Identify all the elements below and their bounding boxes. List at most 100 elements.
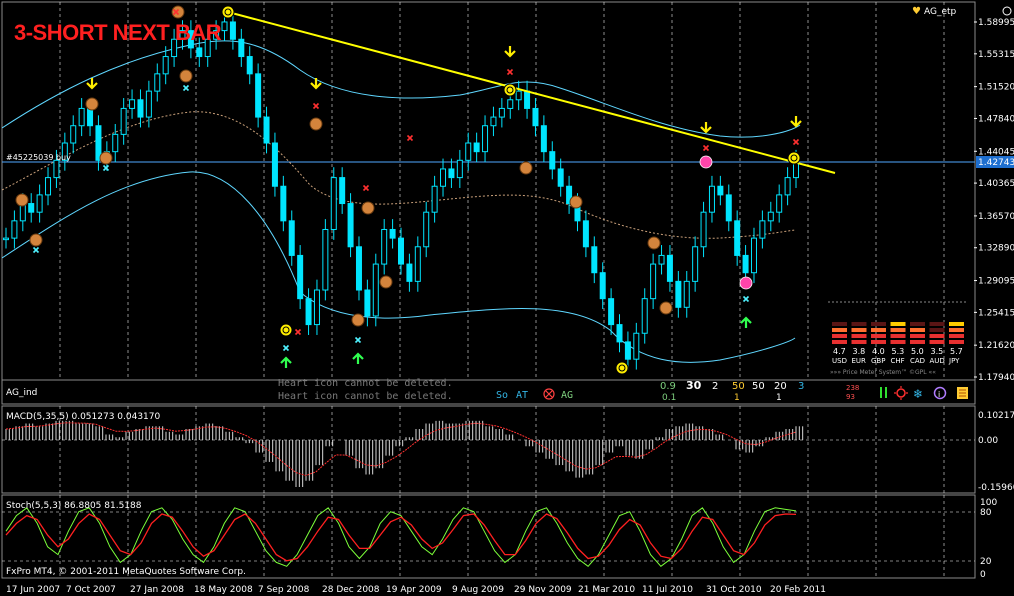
trading-chart[interactable]: 1.58995 1.55315 1.51520 1.47840 1.44045 1.403… — [0, 0, 1014, 596]
meter-bar — [871, 334, 886, 338]
candle-body — [255, 73, 262, 118]
pause-icon[interactable] — [880, 387, 887, 398]
candle-body — [154, 73, 161, 92]
price-tick: 1.47840 — [978, 114, 1014, 124]
so-label[interactable]: So — [496, 390, 508, 401]
orange-signal-dot[interactable] — [379, 275, 393, 289]
sell-cross-icon — [312, 102, 320, 110]
orange-signal-dot[interactable] — [351, 313, 365, 327]
candle-body — [599, 272, 606, 300]
meter-bar — [929, 340, 945, 344]
buy-cross-icon — [742, 295, 750, 303]
candle-body — [750, 237, 757, 274]
macd-tick-top: 0.10217 — [978, 411, 1014, 421]
sun-icon[interactable] — [894, 386, 908, 400]
meter-bar — [871, 322, 886, 326]
meter-bar — [910, 322, 925, 326]
orange-signal-dot[interactable] — [99, 151, 113, 165]
buy-cross-icon — [282, 344, 290, 352]
pink-signal-dot[interactable] — [699, 155, 713, 169]
date-tick: 28 Dec 2008 — [322, 585, 380, 595]
candle-body — [347, 203, 354, 248]
yellow-signal-dot[interactable] — [787, 151, 801, 165]
candle-body — [423, 211, 430, 248]
candle-body — [196, 47, 203, 58]
candle-body — [784, 177, 791, 196]
meter-bar — [910, 340, 925, 344]
ag-label[interactable]: AG — [561, 390, 573, 401]
meter-bar — [851, 340, 867, 344]
meter-bar — [851, 328, 867, 332]
orange-signal-dot[interactable] — [29, 233, 43, 247]
candle-body — [524, 90, 531, 109]
candle-body — [263, 116, 270, 144]
candle-body — [776, 194, 783, 213]
candle-body — [339, 177, 346, 205]
orange-signal-dot[interactable] — [179, 69, 193, 83]
meter-value: 3.5 — [931, 347, 944, 356]
meter-bar — [871, 328, 886, 332]
candle-body — [448, 168, 455, 179]
candle-body — [112, 133, 119, 153]
close-x-icon — [545, 390, 553, 398]
candle-body — [246, 56, 253, 75]
buy-cross-icon — [102, 164, 110, 172]
orange-signal-dot[interactable] — [85, 97, 99, 111]
meter-value: 4.7 — [833, 347, 846, 356]
meter-currency: EUR — [852, 357, 867, 365]
price-tick: 1.29095 — [978, 277, 1014, 287]
ag-strip-frame — [1, 379, 976, 405]
at-label[interactable]: AT — [516, 390, 528, 401]
date-tick: 18 May 2008 — [194, 585, 253, 595]
stoch-frame — [1, 494, 976, 579]
yellow-signal-dot[interactable] — [615, 361, 629, 375]
orange-signal-dot[interactable] — [519, 161, 533, 175]
orange-signal-dot[interactable] — [659, 301, 673, 315]
meter-bar — [949, 322, 964, 326]
readout-bottom: 1 — [776, 393, 782, 403]
orange-signal-dot[interactable] — [309, 117, 323, 131]
trend-line[interactable] — [227, 11, 836, 174]
orange-signal-dot[interactable] — [647, 236, 661, 250]
orange-signal-dot[interactable] — [569, 195, 583, 209]
meter-bar — [851, 334, 867, 338]
readout-bottom: 1 — [734, 393, 740, 403]
candle-body — [490, 116, 497, 127]
trade-label[interactable]: #45225039 buy — [6, 153, 71, 162]
macd-tick-zero: 0.00 — [978, 436, 998, 446]
yellow-signal-dot[interactable] — [279, 323, 293, 337]
readout-top: 2 — [712, 381, 718, 392]
candle-body — [482, 125, 489, 153]
candle-body — [414, 246, 421, 282]
buy-arrow-icon — [280, 356, 292, 368]
meter-bar — [910, 328, 925, 332]
stoch-signal-line — [5, 513, 797, 562]
candle-body — [465, 142, 472, 161]
candle-body — [372, 263, 379, 317]
readout-top: 50 — [732, 381, 745, 392]
price-tick: 1.51520 — [978, 83, 1014, 93]
meter-currency: AUD — [930, 357, 945, 365]
sell-arrow-icon — [700, 122, 712, 134]
candle-body — [297, 254, 304, 300]
date-tick: 7 Sep 2008 — [258, 585, 310, 595]
yellow-signal-dot[interactable] — [503, 83, 517, 97]
sell-arrow-icon — [790, 116, 802, 128]
orange-signal-dot[interactable] — [361, 201, 375, 215]
sell-cross-icon — [294, 328, 302, 336]
orange-signal-dot[interactable] — [15, 193, 29, 207]
pink-signal-dot[interactable] — [739, 276, 753, 290]
candle-body — [355, 246, 362, 291]
indicator-name: AG_etp — [924, 7, 957, 17]
yellow-signal-dot[interactable] — [221, 5, 235, 19]
copyright-text: FxPro MT4, © 2001-2011 MetaQuotes Softwa… — [6, 567, 246, 577]
snowflake-icon[interactable]: ❄ — [913, 387, 923, 401]
candle-body — [767, 211, 774, 222]
heart-icon: ♥ — [912, 6, 921, 17]
orange-signal-dot[interactable] — [171, 5, 185, 19]
candle-body — [364, 289, 371, 317]
candle-body — [473, 142, 480, 153]
candle-body — [440, 168, 447, 187]
candle-body — [717, 185, 724, 196]
candle-body — [305, 298, 312, 326]
